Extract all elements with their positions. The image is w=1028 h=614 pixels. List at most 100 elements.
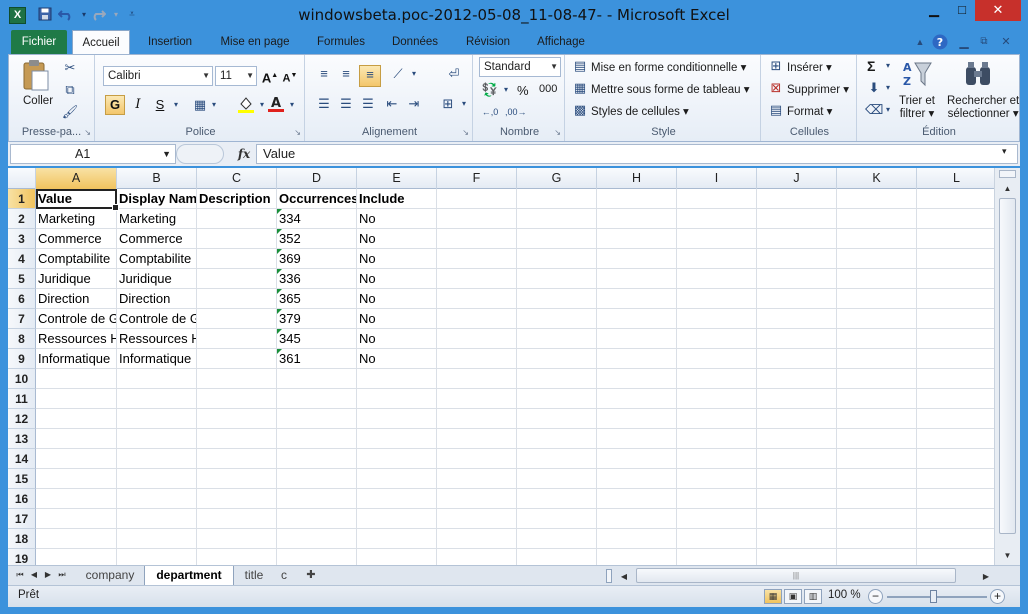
- format-painter-icon[interactable]: 🖌: [61, 103, 79, 121]
- row-header-18[interactable]: 18: [8, 529, 36, 549]
- cell-k6[interactable]: [837, 289, 917, 309]
- cell-f7[interactable]: [437, 309, 517, 329]
- cell-l6[interactable]: [917, 289, 994, 309]
- cell-c19[interactable]: [197, 549, 277, 565]
- tab-affichage[interactable]: Affichage: [528, 30, 594, 54]
- cell-b2[interactable]: Marketing: [117, 209, 197, 229]
- sheet-tab-company[interactable]: company: [78, 566, 142, 585]
- cell-g19[interactable]: [517, 549, 597, 565]
- cell-i15[interactable]: [677, 469, 757, 489]
- cell-c6[interactable]: [197, 289, 277, 309]
- cell-g10[interactable]: [517, 369, 597, 389]
- sheet-tab-title[interactable]: title: [236, 566, 272, 585]
- scroll-up-icon[interactable]: ▲: [999, 182, 1016, 196]
- column-header-i[interactable]: I: [677, 168, 757, 189]
- cell-a2[interactable]: Marketing: [36, 209, 117, 229]
- cell-l8[interactable]: [917, 329, 994, 349]
- cell-f8[interactable]: [437, 329, 517, 349]
- cell-a16[interactable]: [36, 489, 117, 509]
- cell-c4[interactable]: [197, 249, 277, 269]
- cell-j14[interactable]: [757, 449, 837, 469]
- cell-j17[interactable]: [757, 509, 837, 529]
- cell-f16[interactable]: [437, 489, 517, 509]
- clear-dropdown-icon[interactable]: ▾: [879, 101, 897, 119]
- cell-k14[interactable]: [837, 449, 917, 469]
- decrease-decimal-icon[interactable]: ,00→: [505, 103, 527, 121]
- cell-k13[interactable]: [837, 429, 917, 449]
- delete-button[interactable]: Supprimer ▾: [787, 82, 849, 96]
- cell-f5[interactable]: [437, 269, 517, 289]
- cell-i7[interactable]: [677, 309, 757, 329]
- cell-c17[interactable]: [197, 509, 277, 529]
- cell-e1[interactable]: Include: [357, 189, 437, 209]
- cell-f4[interactable]: [437, 249, 517, 269]
- cell-j16[interactable]: [757, 489, 837, 509]
- cell-h2[interactable]: [597, 209, 677, 229]
- borders-dropdown-icon[interactable]: ▾: [205, 96, 223, 114]
- cell-l18[interactable]: [917, 529, 994, 549]
- cell-e14[interactable]: [357, 449, 437, 469]
- cell-h7[interactable]: [597, 309, 677, 329]
- cell-c5[interactable]: [197, 269, 277, 289]
- column-header-e[interactable]: E: [357, 168, 437, 189]
- cell-l9[interactable]: [917, 349, 994, 369]
- cell-b6[interactable]: Direction: [117, 289, 197, 309]
- clipboard-launcher-icon[interactable]: ↘: [84, 128, 91, 137]
- cell-j3[interactable]: [757, 229, 837, 249]
- cell-d5[interactable]: 336: [277, 269, 357, 289]
- cell-l4[interactable]: [917, 249, 994, 269]
- cell-d18[interactable]: [277, 529, 357, 549]
- cell-c1[interactable]: Description: [197, 189, 277, 209]
- cell-j12[interactable]: [757, 409, 837, 429]
- cell-f14[interactable]: [437, 449, 517, 469]
- cell-d12[interactable]: [277, 409, 357, 429]
- number-format-select[interactable]: Standard ▼: [479, 57, 561, 77]
- cell-i5[interactable]: [677, 269, 757, 289]
- cell-c8[interactable]: [197, 329, 277, 349]
- workbook-close-icon[interactable]: ✕: [998, 34, 1014, 50]
- cut-icon[interactable]: ✂: [61, 59, 79, 77]
- wrap-text-icon[interactable]: ⏎: [445, 65, 463, 83]
- cell-d2[interactable]: 334: [277, 209, 357, 229]
- cell-k2[interactable]: [837, 209, 917, 229]
- cell-h10[interactable]: [597, 369, 677, 389]
- cell-i6[interactable]: [677, 289, 757, 309]
- align-top-icon[interactable]: ≡: [315, 65, 333, 83]
- font-name-select[interactable]: Calibri ▼: [103, 66, 213, 86]
- cell-g2[interactable]: [517, 209, 597, 229]
- font-color-dropdown-icon[interactable]: ▾: [283, 96, 301, 114]
- cell-c11[interactable]: [197, 389, 277, 409]
- cell-h3[interactable]: [597, 229, 677, 249]
- cell-d3[interactable]: 352: [277, 229, 357, 249]
- cell-k9[interactable]: [837, 349, 917, 369]
- cell-a17[interactable]: [36, 509, 117, 529]
- font-launcher-icon[interactable]: ↘: [294, 128, 301, 137]
- cell-e11[interactable]: [357, 389, 437, 409]
- cell-a5[interactable]: Juridique: [36, 269, 117, 289]
- number-launcher-icon[interactable]: ↘: [554, 128, 561, 137]
- formula-input[interactable]: Value: [256, 144, 1018, 164]
- tab-accueil[interactable]: Accueil: [72, 30, 130, 54]
- cell-f6[interactable]: [437, 289, 517, 309]
- format-button[interactable]: Format ▾: [787, 104, 832, 118]
- merge-dropdown-icon[interactable]: ▾: [455, 95, 473, 113]
- vertical-scroll-thumb[interactable]: [999, 198, 1016, 534]
- cell-b3[interactable]: Commerce: [117, 229, 197, 249]
- select-all-corner[interactable]: [8, 168, 36, 189]
- cell-l12[interactable]: [917, 409, 994, 429]
- cell-i13[interactable]: [677, 429, 757, 449]
- paste-icon[interactable]: [21, 59, 51, 93]
- cell-g11[interactable]: [517, 389, 597, 409]
- cell-i8[interactable]: [677, 329, 757, 349]
- cell-l10[interactable]: [917, 369, 994, 389]
- column-header-h[interactable]: H: [597, 168, 677, 189]
- fill-dropdown-icon[interactable]: ▾: [879, 79, 897, 97]
- horizontal-scrollbar[interactable]: ◀ ||| ▶: [608, 568, 998, 584]
- cell-i14[interactable]: [677, 449, 757, 469]
- cell-a19[interactable]: [36, 549, 117, 565]
- cell-a4[interactable]: Comptabilite: [36, 249, 117, 269]
- cell-e18[interactable]: [357, 529, 437, 549]
- cell-l11[interactable]: [917, 389, 994, 409]
- cell-c7[interactable]: [197, 309, 277, 329]
- cell-d8[interactable]: 345: [277, 329, 357, 349]
